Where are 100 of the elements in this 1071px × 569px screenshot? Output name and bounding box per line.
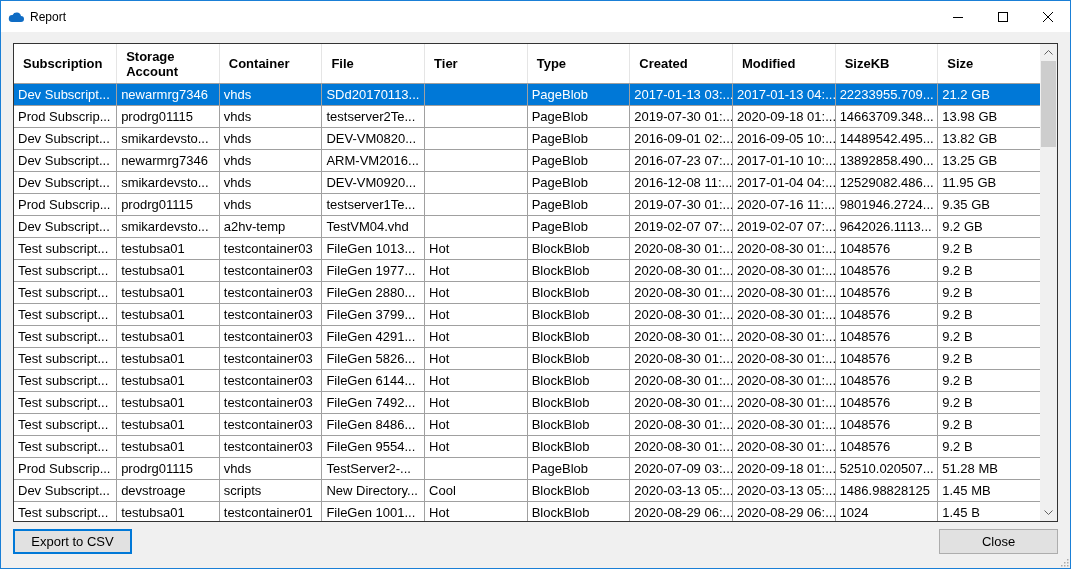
table-row[interactable]: Test subscript... testubsa01 testcontainer03 FileGen 3799... Hot BlockBlob 2020-08-30 01:... 2020-08-30 01:... 1048576 9.2 B [14, 303, 1040, 326]
column-header[interactable]: Subscription [14, 44, 117, 84]
table-row[interactable]: Test subscript... testubsa01 testcontainer03 FileGen 6144... Hot BlockBlob 2020-08-30 01:... 2020-08-30 01:... 1048576 9.2 B [14, 369, 1040, 392]
resize-grip-icon[interactable] [1059, 557, 1069, 567]
column-header[interactable]: SizeKB [835, 44, 938, 84]
table-cell: 1048576 [835, 391, 938, 414]
table-cell: vhds [219, 193, 322, 216]
table-cell: 2020-08-30 01:... [629, 303, 733, 326]
column-header[interactable]: Type [527, 44, 630, 84]
scroll-up-icon[interactable] [1044, 50, 1053, 55]
table-cell: Dev Subscript... [14, 149, 117, 172]
table-cell: Prod Subscrip... [14, 105, 117, 128]
table-cell: 2017-01-04 04:... [732, 171, 836, 194]
column-header[interactable]: Storage Account [116, 44, 220, 84]
table-row[interactable]: Prod Subscrip... prodrg01115 vhds testserver1Te... PageBlob 2019-07-30 01:... 2020-07-16 11:... 9801946.2724... 9.35 GB [14, 193, 1040, 216]
table-cell: Prod Subscrip... [14, 457, 117, 480]
maximize-icon[interactable] [997, 11, 1008, 22]
table-cell: FileGen 3799... [321, 303, 425, 326]
table-row[interactable]: Test subscript... testubsa01 testcontainer03 FileGen 4291... Hot BlockBlob 2020-08-30 01:... 2020-08-30 01:... 1048576 9.2 B [14, 325, 1040, 348]
table-row[interactable]: Test subscript... testubsa01 testcontainer03 FileGen 1013... Hot BlockBlob 2020-08-30 01:... 2020-08-30 01:... 1048576 9.2 B [14, 237, 1040, 260]
column-header[interactable]: Modified [732, 44, 836, 84]
table-cell: PageBlob [527, 193, 630, 216]
table-cell: 2020-08-30 01:... [732, 325, 836, 348]
table-cell: vhds [219, 171, 322, 194]
table-cell: prodrg01115 [116, 105, 220, 128]
table-cell: 2020-08-30 01:... [629, 391, 733, 414]
table-cell: Dev Subscript... [14, 127, 117, 150]
table-cell: testubsa01 [116, 369, 220, 392]
table-row[interactable]: Test subscript... testubsa01 testcontainer03 FileGen 2880... Hot BlockBlob 2020-08-30 01:... 2020-08-30 01:... 1048576 9.2 B [14, 281, 1040, 304]
table-cell: prodrg01115 [116, 457, 220, 480]
table-row[interactable]: Dev Subscript... smikardevsto... a2hv-temp TestVM04.vhd PageBlob 2019-02-07 07:... 2019-02-07 07:... 9642026.1113... 9.2 GB [14, 215, 1040, 238]
table-cell: Hot [424, 369, 528, 392]
table-row[interactable]: Test subscript... testubsa01 testcontainer03 FileGen 1977... Hot BlockBlob 2020-08-30 01:... 2020-08-30 01:... 1048576 9.2 B [14, 259, 1040, 282]
table-cell: 2020-07-09 03:... [629, 457, 733, 480]
table-cell: 1048576 [835, 281, 938, 304]
table-cell: Dev Subscript... [14, 83, 117, 106]
table-cell: BlockBlob [527, 237, 630, 260]
table-cell: 1048576 [835, 303, 938, 326]
table-cell: testcontainer03 [219, 237, 322, 260]
table-cell: FileGen 1013... [321, 237, 425, 260]
column-header[interactable]: Tier [424, 44, 528, 84]
table-cell: ARM-VM2016... [321, 149, 425, 172]
scroll-down-icon[interactable] [1044, 510, 1053, 515]
table-cell: PageBlob [527, 215, 630, 238]
table-cell: BlockBlob [527, 391, 630, 414]
close-icon[interactable] [1042, 11, 1053, 22]
table-cell: Hot [424, 303, 528, 326]
table-cell: 2020-08-30 01:... [629, 435, 733, 458]
table-row[interactable]: Test subscript... testubsa01 testcontainer03 FileGen 8486... Hot BlockBlob 2020-08-30 01:... 2020-08-30 01:... 1048576 9.2 B [14, 413, 1040, 436]
table-cell: 2016-12-08 11:... [629, 171, 733, 194]
table-cell: FileGen 5826... [321, 347, 425, 370]
table-row[interactable]: Prod Subscrip... prodrg01115 vhds testserver2Te... PageBlob 2019-07-30 01:... 2020-09-18 01:... 14663709.348... 13.98 GB [14, 105, 1040, 128]
table-cell: 2020-08-30 01:... [629, 413, 733, 436]
table-cell: Test subscript... [14, 391, 117, 414]
table-cell: testubsa01 [116, 281, 220, 304]
table-cell: BlockBlob [527, 281, 630, 304]
scroll-thumb[interactable] [1041, 61, 1056, 147]
export-button[interactable]: Export to CSV [13, 529, 132, 554]
table-cell: testubsa01 [116, 435, 220, 458]
table-row[interactable]: Test subscript... testubsa01 testcontainer03 FileGen 7492... Hot BlockBlob 2020-08-30 01:... 2020-08-30 01:... 1048576 9.2 B [14, 391, 1040, 414]
table-cell: 2020-08-30 01:... [732, 259, 836, 282]
scrollbar[interactable] [1040, 44, 1057, 521]
table-cell: Test subscript... [14, 237, 117, 260]
table-cell: 1048576 [835, 237, 938, 260]
table-cell: testubsa01 [116, 413, 220, 436]
table-cell: testcontainer03 [219, 369, 322, 392]
table-cell: 1048576 [835, 347, 938, 370]
table-cell: 2020-08-30 01:... [629, 369, 733, 392]
table-cell: Hot [424, 347, 528, 370]
table-row[interactable]: Test subscript... testubsa01 testcontainer03 FileGen 9554... Hot BlockBlob 2020-08-30 01:... 2020-08-30 01:... 1048576 9.2 B [14, 435, 1040, 458]
table-cell: 2019-02-07 07:... [732, 215, 836, 238]
table-cell: 2020-08-30 01:... [629, 237, 733, 260]
table-cell: TestVM04.vhd [321, 215, 425, 238]
table-cell: PageBlob [527, 105, 630, 128]
table-row[interactable]: Prod Subscrip... prodrg01115 vhds TestServer2-... PageBlob 2020-07-09 03:... 2020-09-18 01:... 52510.020507... 51.28 MB [14, 457, 1040, 480]
table-row[interactable]: Dev Subscript... newarmrg7346 vhds ARM-VM2016... PageBlob 2016-07-23 07:... 2017-01-10 10:... 13892858.490... 13.25 GB [14, 149, 1040, 172]
table-cell: smikardevsto... [116, 215, 220, 238]
table-cell: BlockBlob [527, 479, 630, 502]
table-row[interactable]: Dev Subscript... newarmrg7346 vhds SDd20170113... PageBlob 2017-01-13 03:... 2017-01-13 04:... 22233955.709... 21.2 GB [14, 83, 1040, 106]
column-header[interactable]: Created [629, 44, 733, 84]
table-cell: 14663709.348... [835, 105, 938, 128]
table-cell: vhds [219, 105, 322, 128]
table-cell: 2016-09-01 02:... [629, 127, 733, 150]
close-dialog-button[interactable]: Close [939, 529, 1058, 554]
table-cell: DEV-VM0820... [321, 127, 425, 150]
table-cell: 2019-07-30 01:... [629, 105, 733, 128]
table-row[interactable]: Test subscript... testubsa01 testcontainer03 FileGen 5826... Hot BlockBlob 2020-08-30 01:... 2020-08-30 01:... 1048576 9.2 B [14, 347, 1040, 370]
table-row[interactable]: Dev Subscript... devstroage scripts New Directory... Cool BlockBlob 2020-03-13 05:... 2020-03-13 05:... 1486.98828125 1.45 MB [14, 479, 1040, 502]
table-row[interactable]: Dev Subscript... smikardevsto... vhds DEV-VM0920... PageBlob 2016-12-08 11:... 2017-01-04 04:... 12529082.486... 11.95 GB [14, 171, 1040, 194]
table-cell: New Directory... [321, 479, 425, 502]
table-cell: Test subscript... [14, 303, 117, 326]
cloud-icon [8, 10, 24, 23]
table-cell: 2020-03-13 05:... [629, 479, 733, 502]
table-row[interactable]: Dev Subscript... smikardevsto... vhds DEV-VM0820... PageBlob 2016-09-01 02:... 2016-09-05 10:... 14489542.495... 13.82 GB [14, 127, 1040, 150]
column-header[interactable]: File [321, 44, 425, 84]
table-cell: Hot [424, 391, 528, 414]
table-cell: 2016-09-05 10:... [732, 127, 836, 150]
table-cell: 1048576 [835, 435, 938, 458]
table-cell: newarmrg7346 [116, 149, 220, 172]
column-header[interactable]: Container [219, 44, 322, 84]
